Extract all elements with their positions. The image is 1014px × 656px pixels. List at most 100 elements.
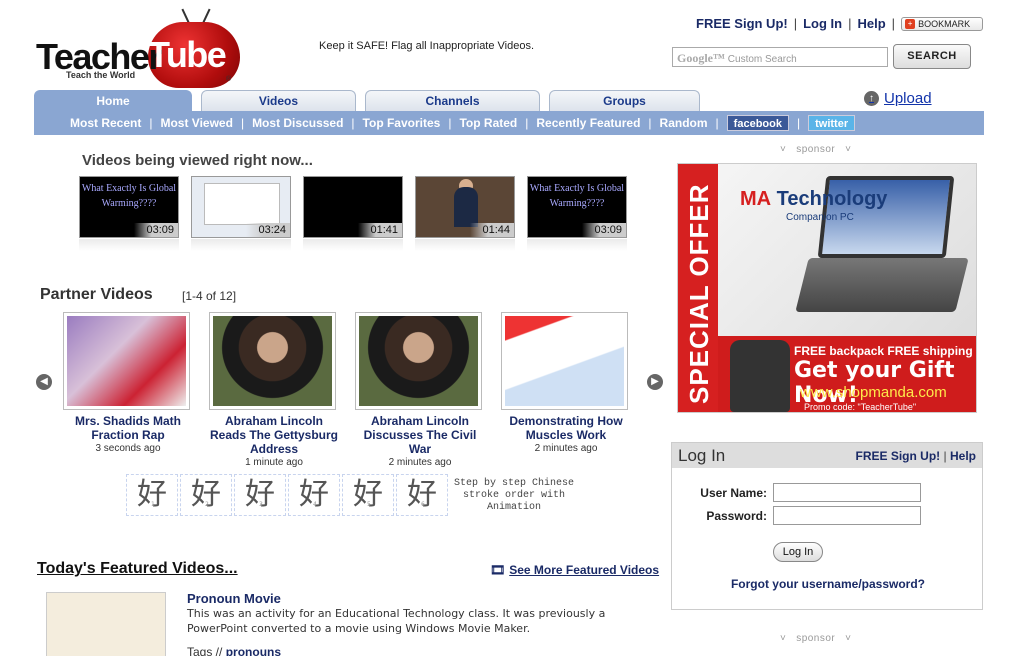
bookmark-label: BOOKMARK bbox=[918, 18, 971, 29]
subnav-most-viewed[interactable]: Most Viewed bbox=[160, 116, 232, 130]
ad-brand-rest: Technology bbox=[776, 188, 888, 210]
stroke-number: 2 bbox=[205, 501, 209, 508]
partner-video-title[interactable]: Abraham Lincoln Reads The Gettysburg Add… bbox=[209, 414, 339, 456]
featured-video-thumbnail[interactable] bbox=[46, 592, 166, 656]
sponsor-advertisement[interactable]: SPECIAL OFFER MA Technology Companion PC… bbox=[677, 163, 977, 413]
video-thumbnail[interactable]: What Exactly Is Global Warming???? 03:09 bbox=[527, 176, 627, 238]
twitter-button[interactable]: twitter bbox=[808, 115, 856, 131]
separator: | bbox=[149, 116, 153, 130]
subnav-most-discussed[interactable]: Most Discussed bbox=[252, 116, 343, 130]
video-thumbnail[interactable]: What Exactly Is Global Warming???? 03:09 bbox=[79, 176, 179, 238]
logo-tagline: Teach the World bbox=[66, 70, 136, 80]
login-signup-link[interactable]: FREE Sign Up! bbox=[856, 449, 941, 463]
partner-video-thumbnail[interactable] bbox=[355, 312, 482, 410]
see-more-featured-link[interactable]: 🎞 See More Featured Videos bbox=[490, 563, 659, 577]
video-duration: 01:41 bbox=[358, 223, 402, 237]
featured-videos-title[interactable]: Today's Featured Videos... bbox=[37, 560, 238, 578]
stroke-step: 好6 bbox=[396, 474, 448, 516]
backpack-image bbox=[730, 340, 790, 412]
username-label: User Name: bbox=[700, 485, 767, 500]
login-help-link[interactable]: Help bbox=[950, 449, 976, 463]
laptop-keyboard bbox=[795, 258, 969, 312]
username-field[interactable] bbox=[773, 483, 921, 502]
stroke-banner-caption: Step by step Chinese stroke order with A… bbox=[453, 478, 575, 513]
separator: | bbox=[793, 16, 798, 31]
thumbnail-reflection bbox=[415, 239, 515, 251]
partner-video-title[interactable]: Abraham Lincoln Discusses The Civil War bbox=[355, 414, 485, 456]
featured-video-tags: Tags // pronouns bbox=[187, 645, 281, 656]
facebook-button[interactable]: facebook bbox=[726, 115, 789, 131]
video-duration: 01:44 bbox=[470, 223, 514, 237]
ad-brand-sub: Companion PC bbox=[786, 212, 854, 223]
tab-home[interactable]: Home bbox=[34, 90, 192, 111]
login-title: Log In bbox=[678, 445, 726, 465]
separator: | bbox=[796, 116, 801, 130]
partner-video-item[interactable]: Mrs. Shadids Math Fraction Rap 3 seconds… bbox=[63, 312, 193, 454]
search-input[interactable]: Google™ Custom Search bbox=[672, 47, 888, 67]
video-duration: 03:09 bbox=[134, 223, 178, 237]
search-button[interactable]: SEARCH bbox=[893, 44, 971, 69]
stroke-number: 5 bbox=[367, 501, 371, 508]
partner-video-thumbnail[interactable] bbox=[501, 312, 628, 410]
login-link[interactable]: Log In bbox=[803, 16, 842, 31]
featured-video-title[interactable]: Pronoun Movie bbox=[187, 591, 281, 606]
teachertube-logo[interactable]: Teacher Tube Teach the World ® bbox=[36, 8, 246, 88]
partner-video-time: 3 seconds ago bbox=[95, 443, 161, 454]
stroke-step: 好1 bbox=[126, 474, 178, 516]
thumbnail-text: What Exactly Is Global Warming???? bbox=[529, 183, 625, 209]
previous-arrow-icon[interactable]: ◀ bbox=[36, 374, 52, 390]
document-page-image bbox=[204, 183, 280, 225]
stroke-number: 6 bbox=[421, 501, 425, 508]
tag-link[interactable]: pronouns bbox=[226, 645, 281, 656]
video-thumbnail[interactable]: 03:24 bbox=[191, 176, 291, 238]
tab-groups[interactable]: Groups bbox=[549, 90, 700, 111]
partner-video-time: 2 minutes ago bbox=[534, 443, 598, 454]
upload-icon: ↑ bbox=[864, 91, 879, 106]
username-row: User Name: bbox=[672, 483, 921, 502]
partner-video-title[interactable]: Mrs. Shadids Math Fraction Rap bbox=[63, 414, 193, 442]
video-duration: 03:09 bbox=[582, 223, 626, 237]
partner-video-thumbnail[interactable] bbox=[209, 312, 336, 410]
partner-videos-count: [1-4 of 12] bbox=[182, 289, 237, 303]
separator: | bbox=[848, 16, 852, 31]
password-field[interactable] bbox=[773, 506, 921, 525]
partner-video-time: 2 minutes ago bbox=[388, 457, 452, 468]
stroke-step: 好3 bbox=[234, 474, 286, 516]
next-arrow-icon[interactable]: ▶ bbox=[647, 374, 663, 390]
subnav-random[interactable]: Random bbox=[660, 116, 708, 130]
google-brand: Google™ bbox=[677, 51, 725, 65]
chinese-stroke-banner[interactable]: 好1 好2 好3 好4 好5 好6 bbox=[126, 474, 448, 516]
separator: | bbox=[648, 116, 652, 130]
login-header: Log In FREE Sign Up! | Help bbox=[672, 443, 982, 468]
free-signup-link[interactable]: FREE Sign Up! bbox=[696, 16, 788, 31]
subnav-recently-featured[interactable]: Recently Featured bbox=[536, 116, 640, 130]
partner-videos-title: Partner Videos bbox=[40, 286, 153, 303]
search-placeholder: Custom Search bbox=[727, 54, 797, 65]
tab-channels[interactable]: Channels bbox=[365, 90, 540, 111]
subnav-most-recent[interactable]: Most Recent bbox=[70, 116, 141, 130]
video-thumbnail[interactable]: 01:44 bbox=[415, 176, 515, 238]
subnav-top-favorites[interactable]: Top Favorites bbox=[363, 116, 441, 130]
stroke-number: 3 bbox=[259, 501, 263, 508]
tab-videos[interactable]: Videos bbox=[201, 90, 356, 111]
bookmark-button[interactable]: + BOOKMARK bbox=[901, 16, 984, 31]
video-thumbnail[interactable]: 01:41 bbox=[303, 176, 403, 238]
partner-video-item[interactable]: Abraham Lincoln Discusses The Civil War … bbox=[355, 312, 485, 468]
see-more-label: See More Featured Videos bbox=[509, 563, 660, 577]
ad-promo-code: Promo code: "TeacherTube" bbox=[804, 402, 917, 412]
subnav-top-rated[interactable]: Top Rated bbox=[459, 116, 517, 130]
upload-link[interactable]: ↑ Upload bbox=[864, 90, 932, 107]
separator: | bbox=[351, 116, 355, 130]
partner-video-title[interactable]: Demonstrating How Muscles Work bbox=[501, 414, 631, 442]
partner-video-time: 1 minute ago bbox=[245, 457, 303, 468]
login-button[interactable]: Log In bbox=[773, 542, 823, 562]
partner-video-thumbnail[interactable] bbox=[63, 312, 190, 410]
viewed-now-title: Videos being viewed right now... bbox=[82, 152, 313, 169]
help-link[interactable]: Help bbox=[858, 16, 886, 31]
partner-video-item[interactable]: Demonstrating How Muscles Work 2 minutes… bbox=[501, 312, 631, 454]
forgot-credentials-link[interactable]: Forgot your username/password? bbox=[672, 577, 984, 591]
ad-promo-url: www.shopmanda.com bbox=[800, 384, 947, 401]
partner-video-item[interactable]: Abraham Lincoln Reads The Gettysburg Add… bbox=[209, 312, 339, 468]
stroke-number: 4 bbox=[313, 501, 317, 508]
top-links: FREE Sign Up! | Log In | Help | + BOOKMA… bbox=[696, 16, 984, 31]
